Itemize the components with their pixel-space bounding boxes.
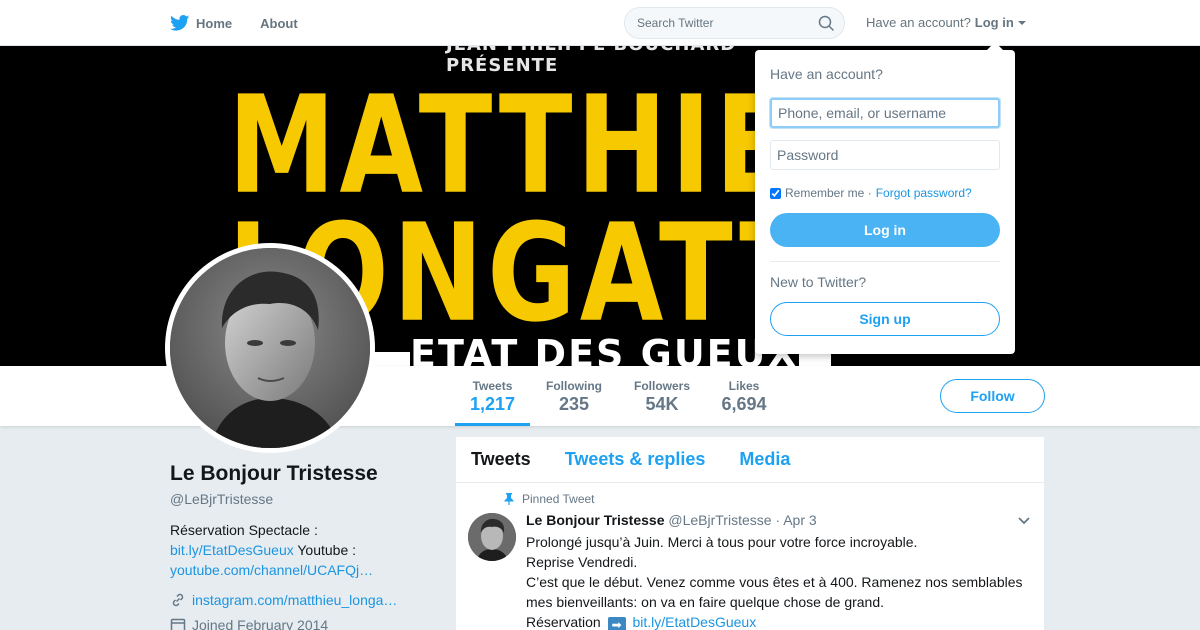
nav-home-label: Home <box>196 15 233 31</box>
tab-tweets-and-replies[interactable]: Tweets & replies <box>565 449 706 470</box>
right-arrow-emoji-icon: ➡ <box>607 617 626 630</box>
signup-button[interactable]: Sign up <box>770 302 1000 336</box>
tweet-avatar[interactable] <box>468 513 516 561</box>
stat-following-label: Following <box>546 379 602 393</box>
top-navigation-bar: Home About Have an account? Log in <box>0 0 1200 46</box>
tweet-text: Prolongé jusqu’à Juin. Merci à tous pour… <box>526 532 1031 630</box>
twitter-bird-icon <box>170 15 190 31</box>
login-dropdown-title: Have an account? <box>770 66 883 82</box>
bio-link-reservation[interactable]: bit.ly/EtatDesGueux <box>170 542 294 558</box>
tweet-line-3: C’est que le début. Venez comme vous ête… <box>526 574 1023 610</box>
login-dropdown-toggle[interactable]: Log in <box>975 15 1014 30</box>
login-button[interactable]: Log in <box>770 213 1000 247</box>
password-input[interactable] <box>770 140 1000 170</box>
tweet-author-name[interactable]: Le Bonjour Tristesse <box>526 512 664 528</box>
nav-about-label: About <box>260 15 298 31</box>
profile-bio: Réservation Spectacle : bit.ly/EtatDesGu… <box>170 520 430 580</box>
nav-left: Home About <box>170 0 298 46</box>
chevron-down-icon[interactable] <box>1018 517 1030 525</box>
stat-likes-label: Likes <box>728 379 760 393</box>
stat-followers[interactable]: Followers 54K <box>627 366 697 426</box>
avatar-portrait-image <box>170 248 370 448</box>
profile-card: Le Bonjour Tristesse @LeBjrTristesse Rés… <box>170 462 430 630</box>
tweet-line-2: Reprise Vendredi. <box>526 554 638 570</box>
pinned-label: Pinned Tweet <box>522 492 595 506</box>
stat-following-value: 235 <box>558 394 590 414</box>
stat-followers-label: Followers <box>633 379 690 393</box>
bio-text-mid: Youtube : <box>293 542 357 558</box>
nav-home-link[interactable]: Home <box>170 15 232 31</box>
tweet-header: Le Bonjour Tristesse @LeBjrTristesse · A… <box>526 512 817 528</box>
stat-followers-value: 54K <box>645 394 679 414</box>
avatar-photo <box>170 248 370 448</box>
account-menu[interactable]: Have an account? Log in <box>866 15 1026 30</box>
nav-about-link[interactable]: About <box>260 16 298 31</box>
tab-tweets[interactable]: Tweets <box>471 449 531 470</box>
calendar-icon <box>170 618 186 630</box>
stat-likes-value: 6,694 <box>721 394 767 414</box>
pin-icon <box>504 493 514 505</box>
chevron-down-icon <box>1017 21 1026 25</box>
joined-date: Joined February 2014 <box>192 617 329 630</box>
dropdown-divider <box>770 261 1000 262</box>
tweet-line-4: Réservation ➡ bit.ly/EtatDesGueux <box>526 612 1031 630</box>
stat-tweets[interactable]: Tweets 1,217 <box>455 366 530 426</box>
username-input[interactable] <box>770 98 1000 128</box>
login-dropdown: Have an account? Remember me · Forgot pa… <box>755 42 1015 354</box>
remember-me-checkbox[interactable] <box>770 187 781 199</box>
new-to-twitter-label: New to Twitter? <box>770 274 867 290</box>
tweet-link[interactable]: bit.ly/EtatDesGueux <box>632 614 756 630</box>
follow-button[interactable]: Follow <box>940 379 1045 413</box>
stat-tweets-label: Tweets <box>472 379 513 393</box>
pinned-tweet[interactable]: Pinned Tweet Le Bonjour Tristesse @LeBjr… <box>456 483 1044 630</box>
tweet-line-1: Prolongé jusqu’à Juin. Merci à tous pour… <box>526 534 918 550</box>
search-box <box>624 7 845 39</box>
stat-likes[interactable]: Likes 6,694 <box>714 366 774 426</box>
search-input[interactable] <box>625 8 805 38</box>
tweet-avatar-image <box>468 513 516 561</box>
tweet-line-4-prefix: Réservation <box>526 614 601 630</box>
tweet-author-handle[interactable]: @LeBjrTristesse <box>668 512 771 528</box>
profile-handle[interactable]: @LeBjrTristesse <box>170 491 430 507</box>
profile-name[interactable]: Le Bonjour Tristesse <box>170 462 430 486</box>
forgot-password-link[interactable]: Forgot password? <box>876 186 972 200</box>
link-icon <box>172 593 184 607</box>
tweet-date[interactable]: · Apr 3 <box>775 512 816 528</box>
stat-tweets-value: 1,217 <box>469 394 516 414</box>
remember-me-label: Remember me · <box>785 186 872 200</box>
account-prompt: Have an account? <box>866 15 971 30</box>
search-icon[interactable] <box>818 15 834 31</box>
tab-media[interactable]: Media <box>739 449 790 470</box>
stat-following[interactable]: Following 235 <box>538 366 610 426</box>
profile-avatar[interactable] <box>165 243 375 453</box>
profile-website: instagram.com/matthieu_longa… <box>170 592 430 608</box>
profile-joined: Joined February 2014 <box>170 617 430 630</box>
poster-bottom-text: ETAT DES GUEUX <box>410 332 799 366</box>
bio-text-prefix: Réservation Spectacle : <box>170 522 318 538</box>
timeline: Tweets Tweets & replies Media Pinned Twe… <box>456 437 1044 630</box>
remember-row: Remember me · Forgot password? <box>770 186 1000 200</box>
bio-link-youtube[interactable]: youtube.com/channel/UCAFQj… <box>170 562 373 578</box>
timeline-tabs: Tweets Tweets & replies Media <box>456 437 1044 483</box>
website-link[interactable]: instagram.com/matthieu_longa… <box>192 592 397 608</box>
pinned-label-row: Pinned Tweet <box>504 492 595 506</box>
